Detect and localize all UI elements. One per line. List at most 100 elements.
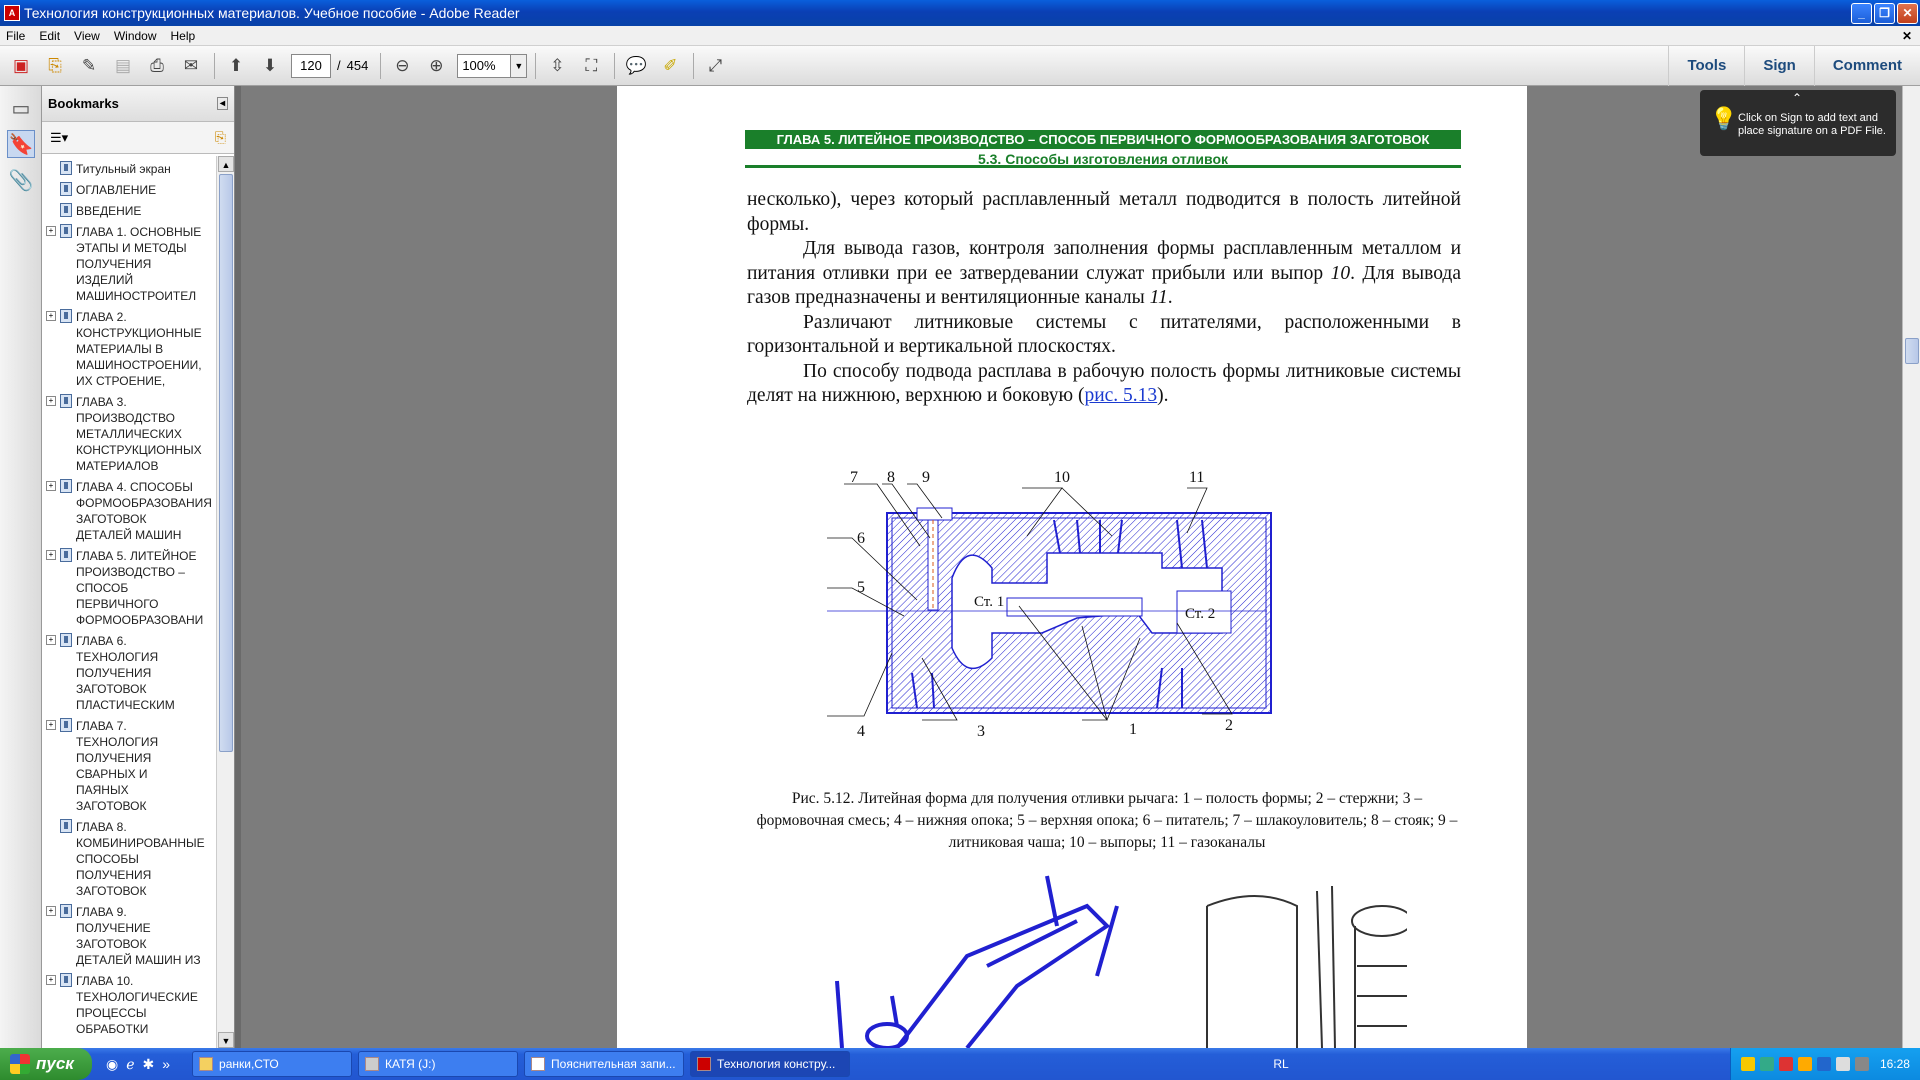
svg-text:9: 9 bbox=[922, 469, 930, 486]
bookmark-label: ГЛАВА 5. ЛИТЕЙНОЕ ПРОИЗВОДСТВО – СПОСОБ … bbox=[76, 549, 204, 627]
quick-launch: ◉ ℯ ✱ » bbox=[106, 1056, 178, 1073]
bookmark-item[interactable]: + ГЛАВА 9. ПОЛУЧЕНИЕ ЗАГОТОВОК ДЕТАЛЕЙ МА… bbox=[42, 904, 216, 968]
scroll-thumb[interactable] bbox=[219, 174, 233, 752]
bluetooth-icon[interactable] bbox=[1816, 1057, 1831, 1071]
start-button[interactable]: пуск bbox=[0, 1048, 92, 1080]
previous-page-icon[interactable]: ⬆ bbox=[223, 53, 249, 79]
attachments-icon[interactable]: 📎 bbox=[7, 166, 35, 194]
task-button[interactable]: Технология констру... bbox=[690, 1051, 851, 1077]
quick-launch-chevron-icon[interactable]: » bbox=[162, 1056, 170, 1072]
expand-toggle-icon[interactable]: + bbox=[46, 720, 56, 730]
zoom-out-icon[interactable]: ⊖ bbox=[389, 53, 415, 79]
expand-toggle-icon[interactable]: + bbox=[46, 975, 56, 985]
figure-link[interactable]: рис. 5.13 bbox=[1084, 385, 1157, 406]
scroll-thumb[interactable] bbox=[1905, 338, 1919, 364]
svg-text:11: 11 bbox=[1189, 469, 1204, 486]
find-bookmark-icon[interactable]: ⎘ bbox=[215, 129, 226, 146]
chevron-up-icon[interactable]: ⌃ bbox=[1792, 92, 1802, 105]
scroll-down-icon[interactable]: ▼ bbox=[218, 1032, 234, 1048]
expand-toggle-icon[interactable]: + bbox=[46, 550, 56, 560]
bookmark-item[interactable]: + ГЛАВА 4. СПОСОБЫ ФОРМООБРАЗОВАНИЯ ЗАГОТ… bbox=[42, 479, 216, 543]
bookmarks-scrollbar[interactable]: ▲ ▼ bbox=[216, 156, 234, 1048]
navigation-strip: ▭ 🔖 📎 bbox=[0, 86, 42, 1048]
bookmark-item[interactable]: + ГЛАВА 5. ЛИТЕЙНОЕ ПРОИЗВОДСТВО – СПОСОБ… bbox=[42, 548, 216, 628]
panel-splitter[interactable] bbox=[235, 86, 241, 1048]
ie-icon[interactable]: ℯ bbox=[126, 1056, 134, 1073]
task-button[interactable]: КАТЯ (J:) bbox=[358, 1051, 519, 1077]
bookmark-item[interactable]: + ГЛАВА 3. ПРОИЗВОДСТВО МЕТАЛЛИЧЕСКИХ КОН… bbox=[42, 394, 216, 474]
lightbulb-icon: 💡 bbox=[1710, 106, 1738, 131]
page-number-input[interactable]: 120 bbox=[291, 53, 331, 78]
tab-sign[interactable]: Sign bbox=[1744, 45, 1814, 86]
minimize-button[interactable]: _ bbox=[1851, 2, 1872, 24]
bookmark-icon bbox=[60, 161, 72, 175]
open-icon[interactable]: ⎘ bbox=[42, 53, 68, 79]
next-page-icon[interactable]: ⬇ bbox=[257, 53, 283, 79]
volume-icon[interactable] bbox=[1835, 1057, 1850, 1071]
collapse-panel-icon[interactable]: ◂ bbox=[216, 97, 228, 110]
menu-file[interactable]: File bbox=[6, 29, 25, 43]
bookmark-icon bbox=[60, 718, 72, 732]
bookmark-item[interactable]: + ГЛАВА 10. ТЕХНОЛОГИЧЕСКИЕ ПРОЦЕССЫ ОБРА… bbox=[42, 973, 216, 1037]
fit-page-icon[interactable]: ⇳ bbox=[544, 53, 570, 79]
language-indicator[interactable]: RL bbox=[1273, 1057, 1288, 1071]
clock[interactable]: 16:28 bbox=[1880, 1057, 1910, 1071]
antivirus-icon[interactable] bbox=[1778, 1057, 1793, 1071]
security-icon[interactable] bbox=[1854, 1057, 1869, 1071]
options-menu-icon[interactable]: ☰▾ bbox=[50, 130, 68, 146]
svg-text:10: 10 bbox=[1054, 469, 1070, 486]
bookmark-item[interactable]: + ГЛАВА 1. ОСНОВНЫЕ ЭТАПЫ И МЕТОДЫ ПОЛУЧЕ… bbox=[42, 224, 216, 304]
expand-toggle-icon[interactable]: + bbox=[46, 311, 56, 321]
edit-icon[interactable]: ✎ bbox=[76, 53, 102, 79]
app-icon[interactable]: ✱ bbox=[143, 1056, 155, 1073]
expand-toggle-icon[interactable]: + bbox=[46, 226, 56, 236]
menu-window[interactable]: Window bbox=[114, 29, 157, 43]
paragraph: несколько), через который расплавленный … bbox=[747, 189, 1461, 235]
scroll-up-icon[interactable]: ▲ bbox=[218, 156, 234, 172]
expand-toggle-icon[interactable]: + bbox=[46, 906, 56, 916]
bookmark-item[interactable]: ОГЛАВЛЕНИЕ bbox=[42, 182, 216, 198]
menu-view[interactable]: View bbox=[74, 29, 100, 43]
chevron-down-icon: ▼ bbox=[510, 54, 527, 77]
zoom-select[interactable]: 100% ▼ bbox=[457, 53, 528, 78]
comment-icon[interactable]: 💬 bbox=[623, 53, 649, 79]
window-title: Технология конструкционных материалов. У… bbox=[24, 5, 520, 21]
update-icon[interactable] bbox=[1797, 1057, 1812, 1071]
close-button[interactable]: ✕ bbox=[1897, 2, 1918, 24]
document-scrollbar[interactable] bbox=[1902, 86, 1920, 1048]
close-document-icon[interactable]: ✕ bbox=[1902, 29, 1912, 43]
task-button[interactable]: Пояснительная запи... bbox=[524, 1051, 685, 1077]
task-button[interactable]: ранки,СТО bbox=[192, 1051, 353, 1077]
restore-button[interactable]: ❐ bbox=[1874, 2, 1895, 24]
pdf-page: ГЛАВА 5. ЛИТЕЙНОЕ ПРОИЗВОДСТВО – СПОСОБ … bbox=[617, 86, 1527, 1048]
fit-width-icon[interactable]: ⛶ bbox=[578, 53, 604, 79]
bookmark-item[interactable]: ГЛАВА 8. КОМБИНИРОВАННЫЕ СПОСОБЫ ПОЛУЧЕН… bbox=[42, 819, 216, 899]
print-icon[interactable]: ⎙ bbox=[144, 53, 170, 79]
menu-help[interactable]: Help bbox=[171, 29, 196, 43]
expand-icon[interactable]: ⤢ bbox=[702, 53, 728, 79]
tooltip-text: Click on Sign to add text and place sign… bbox=[1738, 112, 1886, 137]
page-thumbnails-icon[interactable]: ▭ bbox=[7, 94, 35, 122]
menu-edit[interactable]: Edit bbox=[39, 29, 60, 43]
bookmark-item[interactable]: Титульный экран bbox=[42, 161, 216, 177]
expand-toggle-icon[interactable]: + bbox=[46, 635, 56, 645]
email-icon[interactable]: ✉ bbox=[178, 53, 204, 79]
create-pdf-icon[interactable]: ▣ bbox=[8, 53, 34, 79]
bookmark-item[interactable]: + ГЛАВА 7. ТЕХНОЛОГИЯ ПОЛУЧЕНИЯ СВАРНЫХ И… bbox=[42, 718, 216, 814]
chrome-icon[interactable]: ◉ bbox=[106, 1056, 118, 1073]
highlight-icon[interactable]: ✐ bbox=[657, 53, 683, 79]
save-icon[interactable]: ▤ bbox=[110, 53, 136, 79]
expand-toggle-icon[interactable]: + bbox=[46, 396, 56, 406]
bookmark-item[interactable]: + ГЛАВА 2. КОНСТРУКЦИОННЫЕ МАТЕРИАЛЫ В МА… bbox=[42, 309, 216, 389]
shield-icon[interactable] bbox=[1740, 1057, 1755, 1071]
bookmark-item[interactable]: + ГЛАВА 6. ТЕХНОЛОГИЯ ПОЛУЧЕНИЯ ЗАГОТОВОК… bbox=[42, 633, 216, 713]
expand-toggle-icon[interactable]: + bbox=[46, 481, 56, 491]
bookmark-item[interactable]: ВВЕДЕНИЕ bbox=[42, 203, 216, 219]
bookmarks-icon[interactable]: 🔖 bbox=[7, 130, 35, 158]
tab-comment[interactable]: Comment bbox=[1813, 45, 1920, 86]
zoom-in-icon[interactable]: ⊕ bbox=[423, 53, 449, 79]
bookmark-label: ВВЕДЕНИЕ bbox=[76, 204, 142, 218]
tab-tools[interactable]: Tools bbox=[1668, 45, 1744, 86]
network-icon[interactable] bbox=[1759, 1057, 1774, 1071]
figure-caption: Рис. 5.12. Литейная форма для получения … bbox=[756, 790, 1458, 851]
